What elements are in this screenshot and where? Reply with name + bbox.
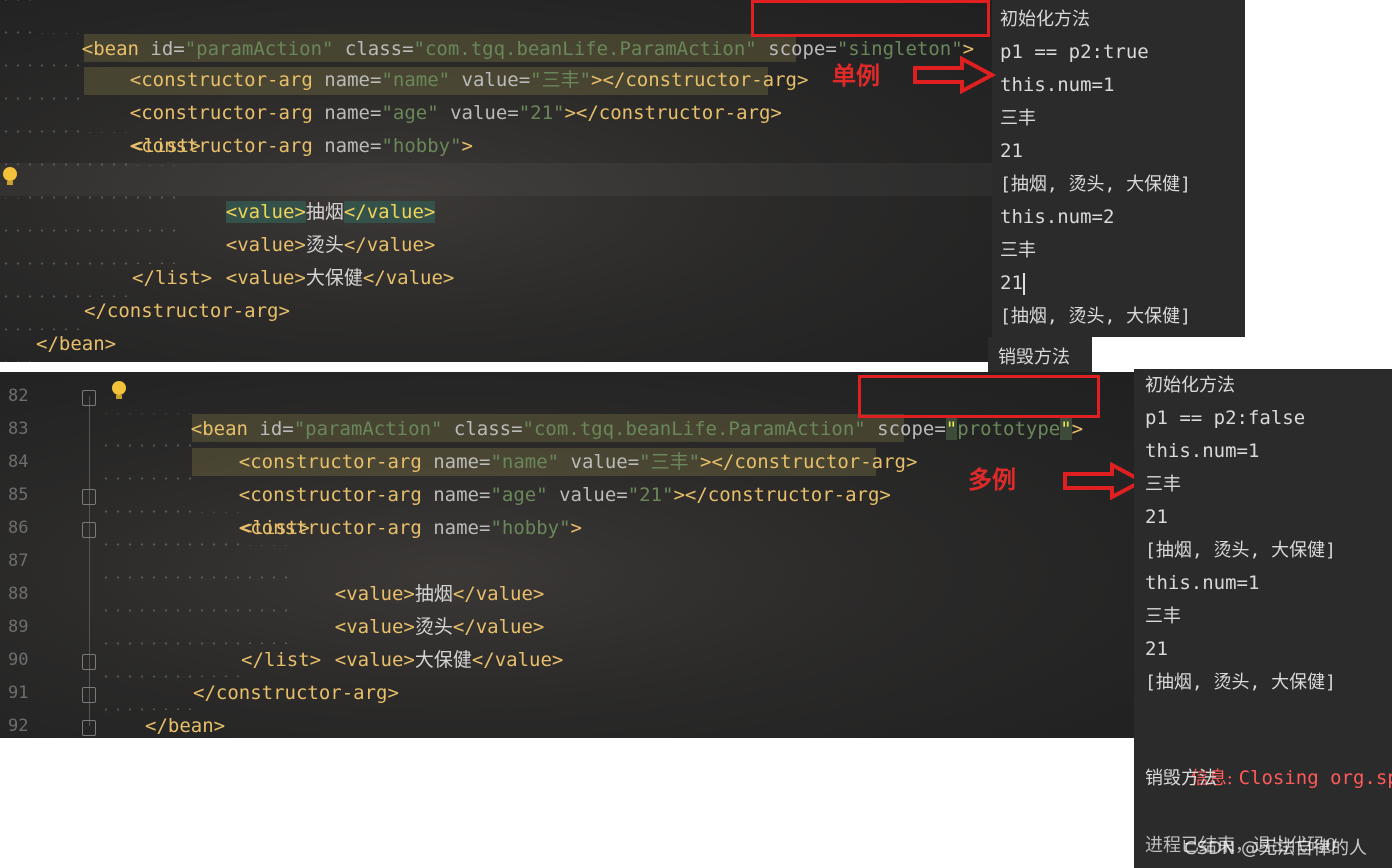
fold-icon[interactable] bbox=[82, 687, 96, 703]
code-line-list-close: </list> bbox=[132, 267, 213, 289]
console-line: [抽烟, 烫头, 大保健] bbox=[1145, 672, 1337, 693]
console-line: 21 bbox=[1000, 140, 1023, 162]
top-code-editor: <bean id="paramAction" class="com.tgq.be… bbox=[0, 0, 992, 362]
code-line-bean-close: </bean> bbox=[36, 333, 117, 355]
console-line: [抽烟, 烫头, 大保健] bbox=[1000, 306, 1192, 327]
console-line: [抽烟, 烫头, 大保健] bbox=[1145, 540, 1337, 561]
code-line-list-close: </list> bbox=[241, 649, 322, 671]
scope-singleton-highlight-box bbox=[751, 0, 990, 37]
code-line-arg-age: <constructor-arg name="age" value="21"><… bbox=[129, 102, 782, 124]
code-line-list-open: <list> bbox=[132, 135, 201, 157]
code-line-arg-close: </constructor-arg> bbox=[193, 682, 399, 704]
top-console-destroy: 销毁方法 bbox=[988, 337, 1092, 372]
console-line: 21 bbox=[1145, 506, 1168, 528]
console-line: this.num=2 bbox=[1000, 206, 1115, 228]
code-line-value-2: <value>烫头</value> bbox=[225, 234, 436, 256]
code-line-value-1: <value>抽烟</value> bbox=[225, 201, 436, 223]
line-number: 85 bbox=[8, 485, 29, 505]
fold-icon[interactable] bbox=[82, 522, 96, 538]
line-number: 92 bbox=[8, 716, 29, 736]
text-cursor bbox=[1022, 272, 1025, 295]
line-number: 88 bbox=[8, 584, 29, 604]
console-line: [抽烟, 烫头, 大保健] bbox=[1000, 174, 1192, 195]
console-line: this.num=1 bbox=[1145, 440, 1260, 462]
console-line: 初始化方法 bbox=[1145, 375, 1235, 396]
console-line: 三丰 bbox=[1145, 606, 1181, 627]
top-console-output: 初始化方法 p1 == p2:true this.num=1 三丰 21 [抽烟… bbox=[992, 0, 1245, 337]
console-line: 21 bbox=[1000, 272, 1025, 295]
console-line: this.num=1 bbox=[1145, 572, 1260, 594]
console-line-info: 信息: Closing org.spri bbox=[1190, 767, 1392, 789]
arrow-right-icon bbox=[913, 56, 996, 94]
console-line: this.num=1 bbox=[1000, 74, 1115, 96]
code-line-arg-hobby: <constructor-arg name="hobby"> bbox=[129, 135, 473, 157]
console-line: 三丰 bbox=[1145, 474, 1181, 495]
bottom-code-editor: 82 83 84 85 86 87 88 89 90 91 92 <bean i… bbox=[0, 372, 1134, 738]
code-line-value-3: <value>大保健</value> bbox=[334, 649, 564, 671]
lightbulb-icon[interactable] bbox=[112, 381, 126, 399]
fold-icon[interactable] bbox=[82, 390, 96, 406]
code-line-arg-name: <constructor-arg name="name" value="三丰">… bbox=[238, 451, 918, 473]
line-number: 87 bbox=[8, 551, 29, 571]
console-line: p1 == p2:true bbox=[1000, 41, 1149, 63]
bottom-console-output: 初始化方法 p1 == p2:false this.num=1 三丰 21 [抽… bbox=[1134, 369, 1392, 868]
code-line-arg-hobby: <constructor-arg name="hobby"> bbox=[238, 517, 582, 539]
line-number: 84 bbox=[8, 452, 29, 472]
line-number: 83 bbox=[8, 419, 29, 439]
code-line-list-open: <list> bbox=[241, 517, 310, 539]
console-line: 三丰 bbox=[1000, 108, 1036, 129]
code-line-value-3: <value>大保健</value> bbox=[225, 267, 455, 289]
line-number: 82 bbox=[8, 386, 29, 406]
code-line-arg-name: <constructor-arg name="name" value="三丰">… bbox=[129, 69, 809, 91]
console-line: p1 == p2:false bbox=[1145, 407, 1306, 429]
code-line-arg-age: <constructor-arg name="age" value="21"><… bbox=[238, 484, 891, 506]
console-line: 初始化方法 bbox=[1000, 9, 1090, 30]
fold-guide bbox=[89, 396, 90, 726]
console-line: 21 bbox=[1145, 638, 1168, 660]
fold-icon[interactable] bbox=[82, 489, 96, 505]
scope-prototype-highlight-box bbox=[858, 375, 1100, 418]
line-number: 90 bbox=[8, 650, 29, 670]
line-number: 89 bbox=[8, 617, 29, 637]
fold-icon[interactable] bbox=[82, 720, 96, 736]
code-line-value-2: <value>烫头</value> bbox=[334, 616, 545, 638]
watermark: CSDN @无法自律的人 bbox=[1184, 838, 1368, 859]
line-number: 91 bbox=[8, 683, 29, 703]
code-line-value-1: <value>抽烟</value> bbox=[334, 583, 545, 605]
fold-icon[interactable] bbox=[82, 654, 96, 670]
console-line-destroy: 销毁方法 bbox=[998, 347, 1070, 368]
code-line-bean-close: </bean> bbox=[145, 715, 226, 737]
console-line-destroy: 销毁方法 bbox=[1145, 768, 1217, 789]
prototype-label: 多例 bbox=[968, 465, 1016, 494]
console-line: 三丰 bbox=[1000, 240, 1036, 261]
singleton-label: 单例 bbox=[832, 61, 880, 90]
code-line-arg-close: </constructor-arg> bbox=[84, 300, 290, 322]
lightbulb-icon[interactable] bbox=[3, 167, 17, 185]
line-number: 86 bbox=[8, 518, 29, 538]
